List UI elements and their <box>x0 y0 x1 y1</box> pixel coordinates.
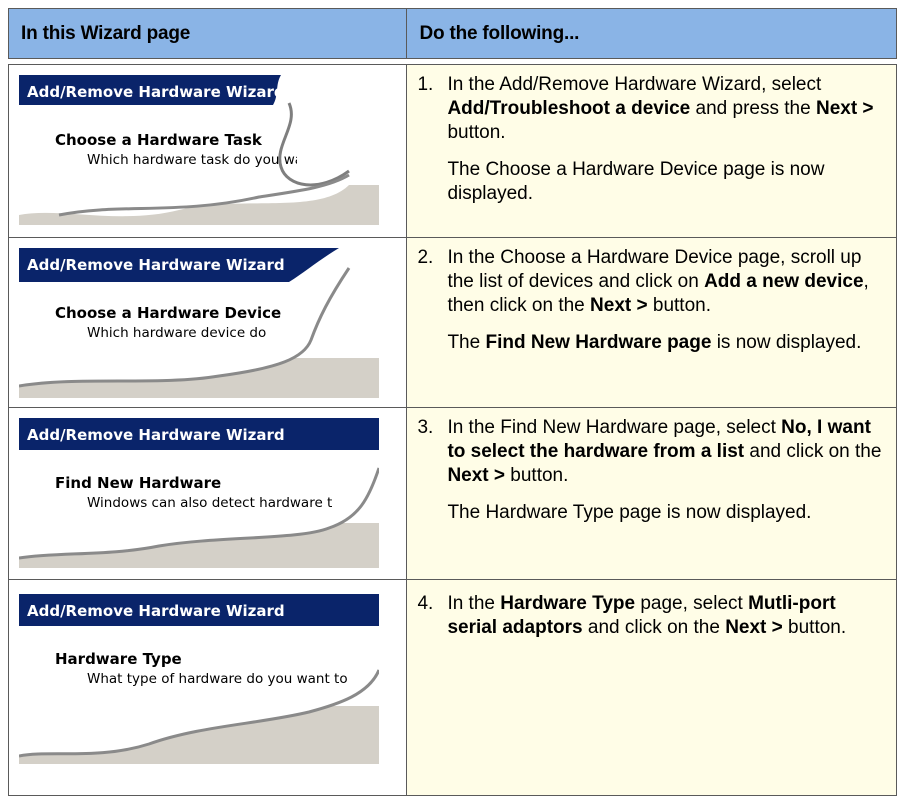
wizard-screenshot: Add/Remove Hardware Wizard Choose a Hard… <box>19 248 379 398</box>
step-text: and click on the <box>744 441 882 462</box>
step-text: button. <box>782 617 847 638</box>
wizard-page-name: Hardware Type <box>55 650 182 668</box>
wizard-screenshot-cell: Add/Remove Hardware Wizard Choose a Hard… <box>7 237 408 408</box>
wizard-page-desc: What type of hardware do you want to <box>87 671 348 687</box>
step-text: In the Find New Hardware page, select <box>447 417 782 438</box>
table-row: Add/Remove Hardware Wizard Choose a Hard… <box>7 237 897 408</box>
wizard-page-desc: Which hardware task do you wa <box>87 152 297 168</box>
header-wizard-page: In this Wizard page <box>7 8 408 59</box>
instruction-cell: 3. In the Find New Hardware page, select … <box>406 407 897 580</box>
wizard-page-desc: Which hardware device do <box>87 325 267 341</box>
step-bold-text: Add a new device <box>704 271 864 292</box>
instruction-table: In this Wizard page Do the following... … <box>7 8 897 796</box>
step-number: 3. <box>417 417 434 438</box>
header-do-following: Do the following... <box>406 8 897 59</box>
wizard-screenshot: Add/Remove Hardware Wizard Choose a Hard… <box>19 75 379 225</box>
note-text: is now displayed. <box>711 332 862 353</box>
wizard-title: Add/Remove Hardware Wizard <box>27 83 285 101</box>
step-text: page, select <box>635 593 749 614</box>
instruction-cell: 2. In the Choose a Hardware Device page, … <box>406 237 897 408</box>
wizard-screenshot-cell: Add/Remove Hardware Wizard Find New Hard… <box>7 407 408 580</box>
step-bold-text: Next > <box>447 465 505 486</box>
wizard-screenshot: Add/Remove Hardware Wizard Hardware Type… <box>19 594 379 764</box>
wizard-page-desc: Windows can also detect hardware t <box>87 495 333 511</box>
table-row: Add/Remove Hardware Wizard Choose a Hard… <box>7 64 897 238</box>
wizard-screenshot-cell: Add/Remove Hardware Wizard Hardware Type… <box>7 579 408 796</box>
wizard-page-name: Choose a Hardware Task <box>55 131 262 149</box>
step-bold-text: Next > <box>725 617 783 638</box>
table-row: Add/Remove Hardware Wizard Find New Hard… <box>7 407 897 580</box>
step-note: The Hardware Type page is now displayed. <box>447 502 812 523</box>
wizard-title: Add/Remove Hardware Wizard <box>27 256 285 274</box>
wizard-title: Add/Remove Hardware Wizard <box>27 602 285 620</box>
wizard-page-name: Find New Hardware <box>55 474 222 492</box>
note-text: The <box>447 332 486 353</box>
wizard-page-name: Choose a Hardware Device <box>55 304 282 322</box>
step-text: button. <box>505 465 569 486</box>
step-bold-text: Next > <box>815 98 874 119</box>
step-text: and click on the <box>582 617 726 638</box>
wizard-title: Add/Remove Hardware Wizard <box>27 426 285 444</box>
table-header-row: In this Wizard page Do the following... <box>7 8 897 59</box>
step-2: 2. In the Choose a Hardware Device page, … <box>417 246 888 355</box>
step-text: button. <box>447 122 506 143</box>
step-number: 1. <box>417 74 434 95</box>
table-row: Add/Remove Hardware Wizard Hardware Type… <box>7 579 897 796</box>
instruction-cell: 4. In the Hardware Type page, select Mutl… <box>406 579 897 796</box>
step-text: In the <box>447 593 501 614</box>
step-bold-text: Next > <box>590 295 648 316</box>
step-3: 3. In the Find New Hardware page, select … <box>417 416 888 525</box>
wizard-screenshot-cell: Add/Remove Hardware Wizard Choose a Hard… <box>7 64 408 238</box>
step-bold-text: Add/Troubleshoot a device <box>447 98 691 119</box>
note-bold-text: Find New Hardware page <box>485 332 712 353</box>
step-text: In the Add/Remove Hardware Wizard, selec… <box>447 74 822 95</box>
step-text: button. <box>647 295 711 316</box>
step-number: 2. <box>417 247 434 268</box>
step-text: and press the <box>690 98 811 119</box>
step-4: 4. In the Hardware Type page, select Mutl… <box>417 592 888 640</box>
wizard-screenshot: Add/Remove Hardware Wizard Find New Hard… <box>19 418 379 568</box>
step-note: The Choose a Hardware Device page is now… <box>447 159 825 204</box>
step-note: The Find New Hardware page is now displa… <box>417 331 888 355</box>
step-number: 4. <box>417 593 434 614</box>
instruction-cell: 1. In the Add/Remove Hardware Wizard, sel… <box>406 64 897 238</box>
step-bold-text: Hardware Type <box>500 593 636 614</box>
step-1: 1. In the Add/Remove Hardware Wizard, sel… <box>417 73 888 206</box>
